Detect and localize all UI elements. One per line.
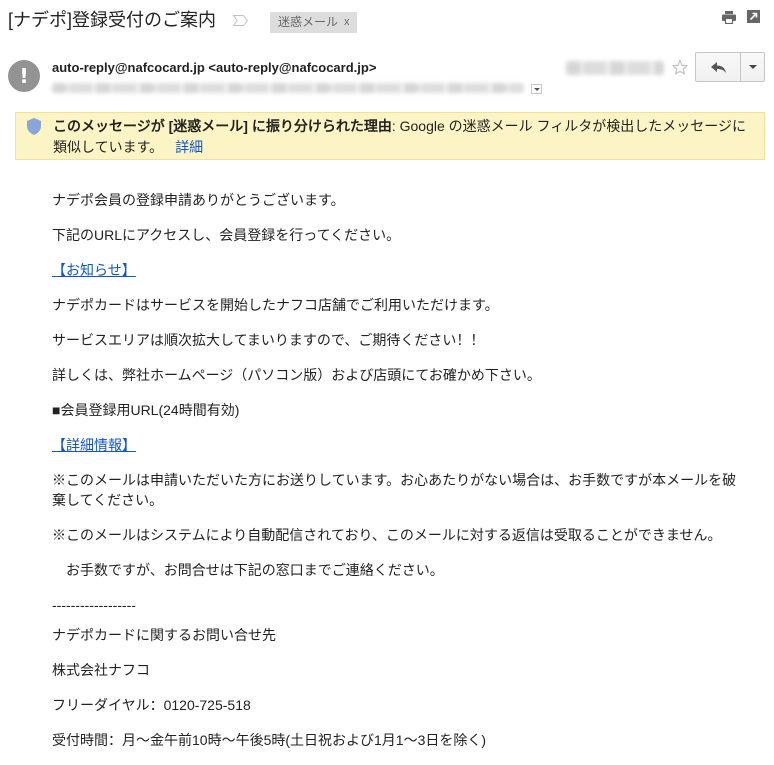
shield-icon: [27, 118, 41, 135]
contact-heading: ナデポカードに関するお問い合せ先: [52, 627, 276, 643]
notice-link[interactable]: 【お知らせ】: [52, 262, 136, 278]
service-area-text: サービスエリアは順次拡大してまいりますので、ご期待ください！！: [52, 332, 485, 348]
reply-icon: [711, 62, 726, 73]
importance-marker-icon[interactable]: [232, 14, 249, 27]
spam-label-chip[interactable]: 迷惑メール x: [270, 12, 357, 33]
remove-label-button[interactable]: x: [344, 12, 350, 33]
details-info-link[interactable]: 【詳細情報】: [52, 437, 136, 453]
toll-free-number: フリーダイヤル：0120-725-518: [52, 697, 251, 713]
service-info-text: ナデポカードはサービスを開始したナフコ店舗でご利用いただけます。: [52, 297, 499, 313]
sender-avatar: !: [8, 60, 40, 92]
show-details-dropdown[interactable]: [531, 84, 542, 94]
auto-send-notice-text: ※このメールはシステムにより自動配信されており、このメールに対する返信は受取るこ…: [52, 527, 722, 543]
open-in-new-window-icon[interactable]: [747, 10, 760, 23]
email-subject: [ナデポ]登録受付のご案内: [8, 10, 217, 30]
star-icon[interactable]: [671, 59, 689, 76]
reply-button[interactable]: [695, 52, 741, 82]
spam-details-link[interactable]: 詳細: [175, 139, 203, 155]
more-actions-button[interactable]: [740, 52, 765, 82]
notice-paragraph: 【お知らせ】: [52, 260, 745, 280]
sender-address[interactable]: auto-reply@nafcocard.jp <auto-reply@nafc…: [52, 59, 376, 77]
instruction-text: 下記のURLにアクセスし、会員登録を行ってください。: [52, 227, 401, 243]
label-chip-name: 迷惑メール: [278, 15, 339, 29]
greeting-text: ナデポ会員の登録申請ありがとうございます。: [52, 192, 345, 208]
date-redacted: [566, 61, 664, 75]
disclaimer-text: ※このメールは申請いただいた方にお送りしています。お心あたりがない場合は、お手数…: [52, 472, 737, 508]
print-icon[interactable]: [722, 11, 736, 25]
registration-url-label: ■会員登録用URL(24時間有効): [52, 402, 240, 418]
recipient-redacted: [52, 83, 524, 93]
spam-reason-text: このメッセージが [迷惑メール] に振り分けられた理由: Google の迷惑メ…: [53, 116, 758, 158]
spam-reason-heading: このメッセージが [迷惑メール] に振り分けられた理由: [53, 118, 392, 134]
chevron-down-icon: [534, 88, 540, 91]
homepage-info-text: 詳しくは、弊社ホームページ（パソコン版）および店頭にてお確かめ下さい。: [52, 367, 541, 383]
separator-line: ------------------: [52, 597, 136, 613]
chevron-down-icon: [749, 65, 757, 69]
details-paragraph: 【詳細情報】: [52, 435, 745, 455]
contact-request-text: お手数ですが、お問合せは下記の窓口までご連絡ください。: [52, 562, 444, 578]
business-hours: 受付時間：月～金午前10時～午後5時(土日祝および1月1～3日を除く): [52, 732, 487, 748]
company-name: 株式会社ナフコ: [52, 662, 150, 678]
spam-warning-banner: このメッセージが [迷惑メール] に振り分けられた理由: Google の迷惑メ…: [15, 112, 765, 160]
message-body: ナデポ会員の登録申請ありがとうございます。 下記のURLにアクセスし、会員登録を…: [52, 190, 745, 765]
